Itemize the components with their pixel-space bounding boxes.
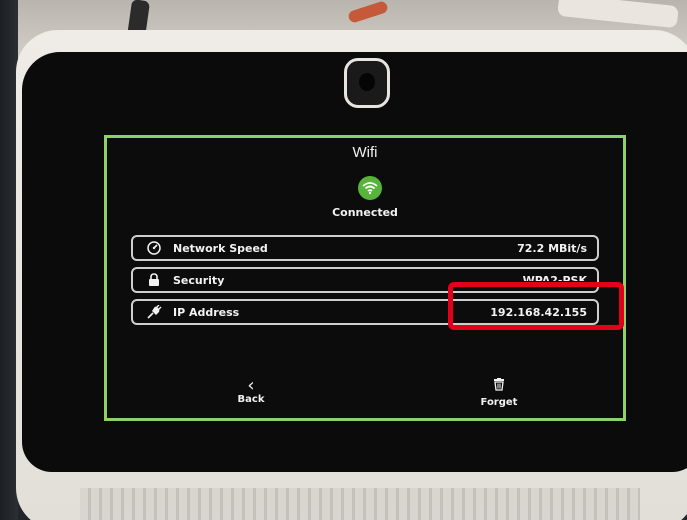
wifi-icon	[358, 176, 382, 200]
trash-icon	[469, 376, 529, 395]
background-object	[557, 0, 679, 29]
chevron-left-icon: ‹	[247, 375, 255, 396]
page-title: Wifi	[352, 144, 378, 161]
plug-icon	[141, 305, 167, 319]
ip-address-label: IP Address	[173, 305, 240, 319]
camera-lens	[359, 73, 375, 91]
ip-address-highlight-box	[448, 282, 624, 330]
background-cable	[347, 0, 389, 24]
camera	[344, 58, 390, 108]
network-speed-label: Network Speed	[173, 241, 268, 255]
forget-button[interactable]: Forget	[469, 376, 529, 408]
back-button[interactable]: ‹ Back	[225, 375, 277, 406]
back-label: Back	[237, 394, 265, 405]
network-speed-row[interactable]: Network Speed 72.2 MBit/s	[131, 235, 599, 261]
speedometer-icon	[141, 241, 167, 255]
speaker-grille	[80, 488, 640, 520]
forget-label: Forget	[480, 397, 518, 408]
lock-icon	[141, 273, 167, 287]
wifi-screen: Wifi Connected Network Speed 72.2 MBit/s	[104, 135, 626, 421]
network-speed-value: 72.2 MBit/s	[517, 241, 587, 255]
connection-status: Connected	[332, 206, 398, 219]
